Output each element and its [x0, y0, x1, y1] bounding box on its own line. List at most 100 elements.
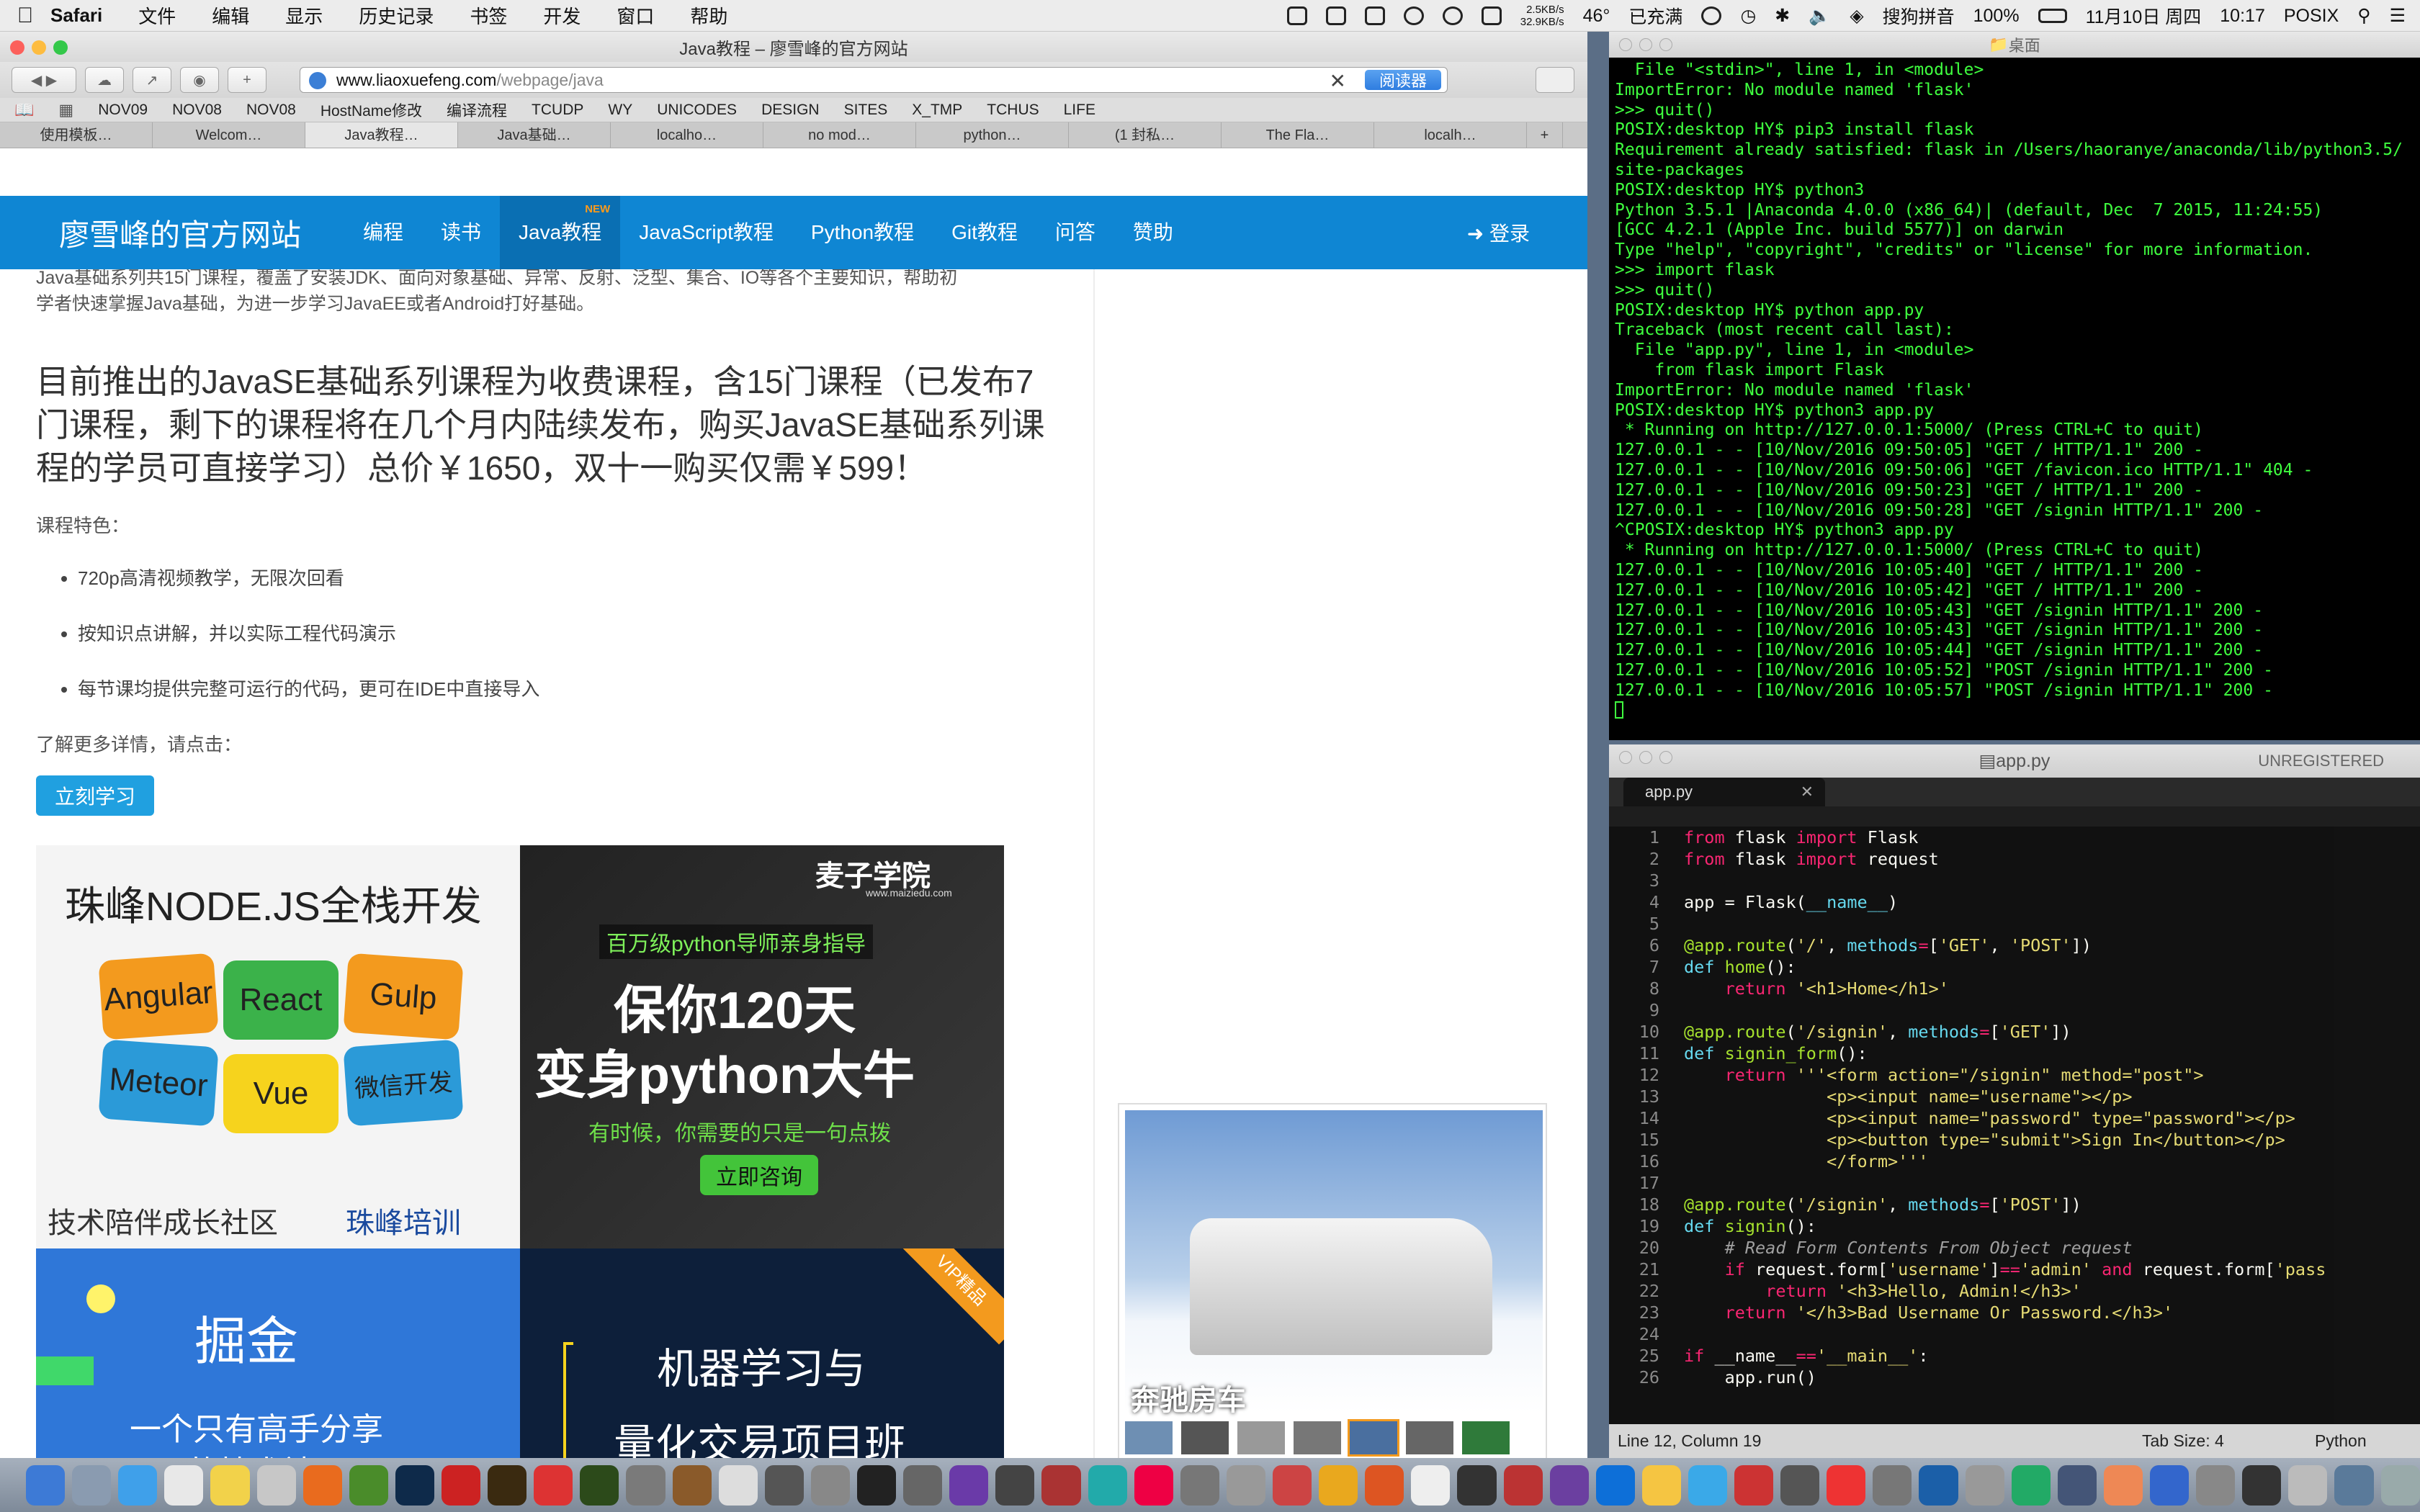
bookmark-item[interactable]: TCHUS	[987, 102, 1039, 119]
app-icon[interactable]	[1734, 1464, 1774, 1506]
app-icon[interactable]	[764, 1464, 804, 1506]
browser-tab[interactable]: Welcom…	[153, 122, 305, 148]
apple-icon[interactable]: 	[0, 4, 50, 28]
zoom-window-button[interactable]	[1659, 751, 1672, 764]
browser-tab[interactable]: Java基础…	[458, 122, 611, 148]
terminal-icon[interactable]	[856, 1464, 897, 1506]
learn-now-button[interactable]: 立刻学习	[36, 775, 154, 816]
minimize-window-button[interactable]	[1639, 751, 1652, 764]
calendar-icon[interactable]	[164, 1464, 204, 1506]
battery-icon[interactable]	[2038, 9, 2067, 23]
thumbnail[interactable]	[1125, 1421, 1173, 1454]
notes-icon[interactable]	[210, 1464, 250, 1506]
thumbnail[interactable]	[1237, 1421, 1285, 1454]
qq-icon[interactable]	[1641, 1464, 1681, 1506]
accessibility-icon[interactable]	[1701, 6, 1722, 25]
menu-history[interactable]: 历史记录	[359, 2, 434, 29]
nav-programming[interactable]: 编程	[344, 196, 422, 269]
code-area[interactable]: 1 from flask import Flask 2 from flask impo…	[1609, 827, 2336, 1424]
kindle-icon[interactable]	[1457, 1464, 1497, 1506]
editor-tab[interactable]: app.py ✕	[1623, 778, 1825, 806]
share-button[interactable]: ↗	[133, 67, 171, 93]
bookmark-item[interactable]: X_TMP	[912, 102, 962, 119]
tab-size[interactable]: Tab Size: 4	[2142, 1431, 2224, 1451]
app-icon[interactable]	[903, 1464, 943, 1506]
menu-time[interactable]: 10:17	[2220, 6, 2265, 27]
menu-date[interactable]: 11月10日 周四	[2086, 3, 2202, 29]
pdf-icon[interactable]	[534, 1464, 573, 1506]
bookmark-item[interactable]: DESIGN	[761, 102, 820, 119]
browser-tab[interactable]: python…	[916, 122, 1069, 148]
bookmark-item[interactable]: SITES	[844, 102, 888, 119]
app-icon[interactable]	[1780, 1464, 1820, 1506]
app-icon[interactable]	[1319, 1464, 1358, 1506]
bookmark-item[interactable]: NOV08	[246, 102, 296, 119]
bookmark-item[interactable]: TCUDP	[532, 102, 583, 119]
nav-git[interactable]: Git教程	[933, 196, 1036, 269]
volume-icon[interactable]: 🔈	[1809, 6, 1831, 27]
app-icon[interactable]	[718, 1464, 758, 1506]
app-icon[interactable]	[2288, 1464, 2328, 1506]
browser-tab[interactable]: localh…	[1374, 122, 1527, 148]
app-icon[interactable]	[1180, 1464, 1219, 1506]
bookmark-item[interactable]: HostName修改	[321, 99, 422, 121]
extension-icon[interactable]: ◉	[180, 67, 219, 93]
reading-list-icon[interactable]: 📖	[14, 101, 34, 120]
ad-zhufeng[interactable]: 珠峰NODE.JS全栈开发 Angular React Gulp Meteor …	[36, 845, 520, 1248]
ad-car[interactable]: 奔驰房车	[1118, 1103, 1547, 1458]
app-icon[interactable]	[2057, 1464, 2097, 1506]
nav-reading[interactable]: 读书	[422, 196, 500, 269]
thumbnail[interactable]	[1181, 1421, 1229, 1454]
notification-center-icon[interactable]: ☰	[2390, 5, 2406, 27]
nav-donate[interactable]: 赞助	[1114, 196, 1192, 269]
zoom-window-button[interactable]	[53, 40, 68, 55]
browser-tab[interactable]: 使用模板…	[0, 122, 153, 148]
downloads-stack-icon[interactable]	[2334, 1464, 2374, 1506]
menu-file[interactable]: 文件	[138, 2, 176, 29]
app-icon[interactable]	[2011, 1464, 2051, 1506]
app-icon[interactable]	[1873, 1464, 1912, 1506]
dreamweaver-icon[interactable]	[580, 1464, 619, 1506]
browser-tab[interactable]: (1 封私…	[1069, 122, 1222, 148]
menu-edit[interactable]: 编辑	[212, 2, 249, 29]
menu-help[interactable]: 帮助	[690, 2, 727, 29]
app-icon[interactable]	[2103, 1464, 2143, 1506]
thumbnail[interactable]	[1294, 1421, 1341, 1454]
app-icon[interactable]	[810, 1464, 850, 1506]
thumbnail[interactable]	[1406, 1421, 1453, 1454]
bookmark-item[interactable]: UNICODES	[657, 102, 737, 119]
zoom-window-button[interactable]	[1659, 38, 1672, 51]
app-icon[interactable]	[1919, 1464, 1958, 1506]
app-icon[interactable]	[1226, 1464, 1265, 1506]
stop-loading-icon[interactable]: ✕	[1330, 69, 1346, 93]
finder-icon[interactable]	[26, 1464, 66, 1506]
time-machine-icon[interactable]: ◷	[1740, 5, 1756, 27]
trash-icon[interactable]	[2380, 1464, 2420, 1506]
thumbnail-active[interactable]	[1348, 1419, 1399, 1457]
app-icon[interactable]	[2150, 1464, 2190, 1506]
spotlight-icon[interactable]: ⚲	[2357, 5, 2370, 27]
nav-java[interactable]: Java教程 NEW	[500, 196, 621, 269]
safari-icon[interactable]	[118, 1464, 158, 1506]
address-bar[interactable]: www.liaoxuefeng.com/webpage/java ✕ 阅读器	[300, 67, 1448, 93]
terminal-output[interactable]: File "<stdin>", line 1, in <module> Impor…	[1609, 58, 2420, 724]
preview-icon[interactable]	[256, 1464, 296, 1506]
browser-tab[interactable]: The Fla…	[1222, 122, 1374, 148]
syntax-mode[interactable]: Python	[2315, 1431, 2367, 1451]
ad-juejin[interactable]: 掘金 一个只有高手分享 的技术社区	[36, 1248, 520, 1458]
login-link[interactable]: ➜ 登录	[1467, 218, 1530, 247]
input-method[interactable]: 搜狗拼音	[1883, 3, 1955, 29]
minimize-window-button[interactable]	[32, 40, 46, 55]
close-window-button[interactable]	[1619, 751, 1632, 764]
nav-qa[interactable]: 问答	[1036, 196, 1114, 269]
firefox-icon[interactable]	[302, 1464, 342, 1506]
thumbnail[interactable]	[1462, 1421, 1510, 1454]
illustrator-icon[interactable]	[488, 1464, 527, 1506]
minimap[interactable]	[2334, 827, 2420, 1424]
nav-javascript[interactable]: JavaScript教程	[620, 196, 792, 269]
bookmark-item[interactable]: 编译流程	[447, 99, 507, 121]
bookmark-item[interactable]: WY	[608, 102, 632, 119]
onenote-icon[interactable]	[1549, 1464, 1589, 1506]
app-icon[interactable]	[626, 1464, 666, 1506]
app-icon[interactable]	[949, 1464, 989, 1506]
